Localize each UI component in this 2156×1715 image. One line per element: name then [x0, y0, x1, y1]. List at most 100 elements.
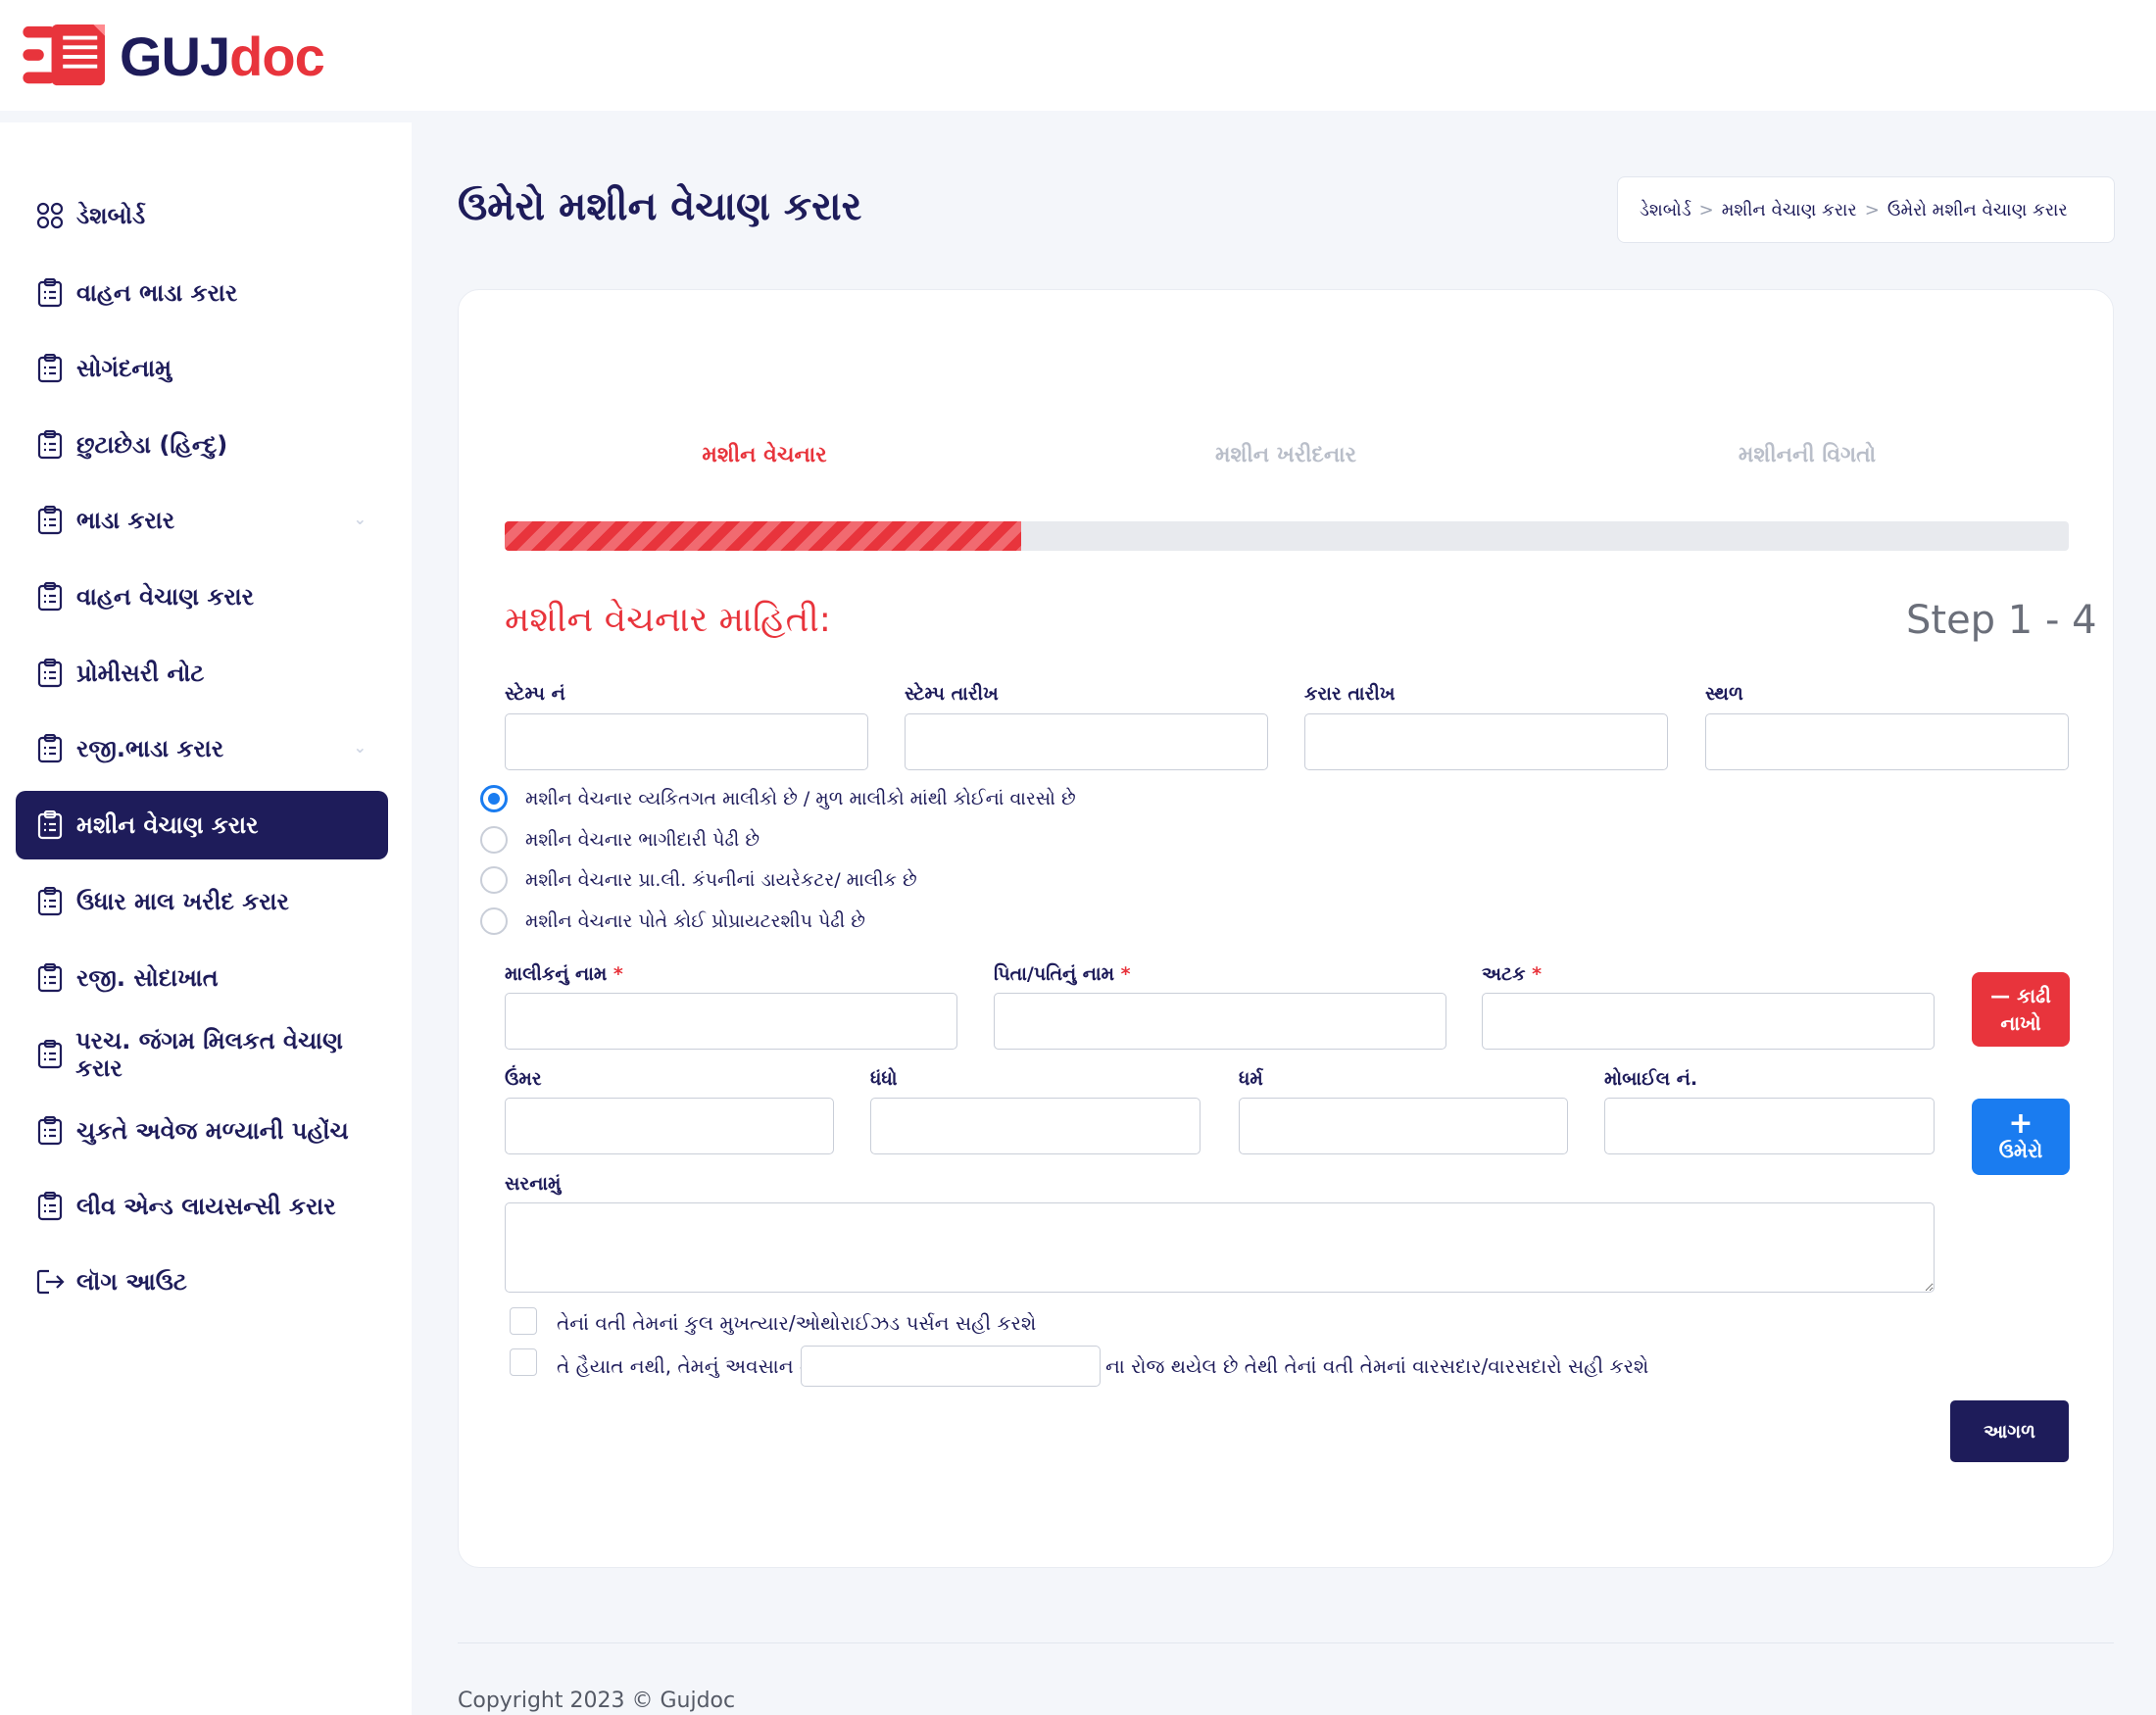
- radio-label: મશીન વેચનાર ભાગીદારી પેઢી છે: [525, 829, 760, 851]
- wizard-step-machine-details[interactable]: મશીનની વિગતો: [1631, 443, 1984, 467]
- clipboard-icon: [35, 506, 65, 535]
- seller-type-option-partnership[interactable]: મશીન વેચનાર ભાગીદારી પેઢી છે: [480, 826, 760, 854]
- sidebar-item-label: મશીન વેચાણ કરાર: [76, 811, 259, 839]
- address-textarea[interactable]: [505, 1202, 1935, 1293]
- brand-name-part1: GUJ: [120, 25, 230, 87]
- sidebar-item-label: લીવ એન્ડ લાયસન્સી કરાર: [76, 1193, 336, 1220]
- seller-type-option-company[interactable]: મશીન વેચનાર પ્રા.લી. કંપનીનાં ડાયરેકટર/ …: [480, 866, 917, 894]
- remove-owner-button[interactable]: — કાઢી નાખો: [1972, 972, 2070, 1047]
- father-name-label: પિતા/પતિનું નામ *: [994, 963, 1131, 985]
- sidebar-item-4[interactable]: ભાડા કરાર ⌄: [16, 486, 388, 555]
- sidebar-item-label: પરચ. જંગમ મિલકત વેચાણ કરાર: [75, 1027, 343, 1082]
- clipboard-icon: [35, 278, 65, 308]
- sidebar-item-1[interactable]: વાહન ભાડા કરાર: [16, 259, 388, 327]
- religion-input[interactable]: [1239, 1098, 1568, 1154]
- sidebar-item-14[interactable]: લૉગ આઉટ: [16, 1248, 388, 1316]
- religion-label: ધર્મ: [1239, 1068, 1263, 1090]
- clipboard-icon: [35, 963, 65, 993]
- deceased-checkbox[interactable]: [510, 1348, 537, 1376]
- sidebar-item-label: લૉગ આઉટ: [76, 1268, 187, 1296]
- father-name-input[interactable]: [994, 993, 1446, 1050]
- occupation-label: ધંધો: [870, 1068, 898, 1090]
- sidebar-item-10[interactable]: રજી. સોદાખાત: [16, 944, 388, 1012]
- remove-button-label-line1: — કાઢી: [1990, 984, 2051, 1007]
- sidebar-item-6[interactable]: પ્રોમીસરી નોટ: [16, 639, 388, 708]
- radio-button[interactable]: [480, 866, 508, 894]
- sidebar-item-label: ઉધાર માલ ખરીદ કરાર: [76, 888, 289, 915]
- deceased-label-before: તે હૈયાત નથી, તેમનું અવસાન તા.: [557, 1354, 824, 1378]
- radio-label: મશીન વેચનાર પ્રા.લી. કંપનીનાં ડાયરેકટર/ …: [525, 869, 917, 891]
- death-date-input[interactable]: [801, 1346, 1101, 1387]
- surname-label: અટક *: [1482, 963, 1542, 985]
- age-label: ઉંમર: [505, 1068, 542, 1090]
- address-label: સરનામું: [505, 1173, 562, 1195]
- mobile-input[interactable]: [1604, 1098, 1935, 1154]
- place-input[interactable]: [1705, 713, 2069, 770]
- sidebar-item-label: છુટાછેડા (હિન્દુ): [76, 431, 228, 459]
- mobile-label: મોબાઈલ નં.: [1604, 1068, 1698, 1090]
- occupation-input[interactable]: [870, 1098, 1200, 1154]
- chevron-down-icon[interactable]: ⌄: [354, 738, 367, 757]
- stamp-date-label: સ્ટેમ્પ તારીખ: [905, 683, 999, 705]
- breadcrumb-item-current: ઉમેરો મશીન વેચાણ કરાર: [1886, 199, 2068, 220]
- sidebar-item-label: રજી.ભાડા કરાર: [76, 735, 224, 762]
- seller-type-option-proprietorship[interactable]: મશીન વેચનાર પોતે કોઈ પ્રોપ્રાયટરશીપ પેઢી…: [480, 907, 865, 935]
- dashboard-grid-icon: [35, 201, 65, 230]
- poa-sign-checkbox[interactable]: [510, 1307, 537, 1335]
- top-bar: GUJdoc: [0, 0, 2156, 111]
- remove-button-label-line2: નાખો: [2000, 1011, 2041, 1035]
- owner-name-label-text: માલીકનું નામ: [505, 963, 608, 985]
- sidebar-item-13[interactable]: લીવ એન્ડ લાયસન્સી કરાર: [16, 1172, 388, 1241]
- sidebar-item-0[interactable]: ડેશબોર્ડ: [16, 181, 388, 250]
- next-button[interactable]: આગળ: [1950, 1400, 2069, 1462]
- breadcrumb-item-machine-sale[interactable]: મશીન વેચાણ કરાર: [1722, 200, 1857, 220]
- breadcrumb-item-dashboard[interactable]: ડેશબોર્ડ: [1640, 200, 1691, 220]
- radio-label: મશીન વેચનાર વ્યકિતગત માલીકો છે / મુળ માલ…: [525, 788, 1076, 809]
- seller-type-option-individual[interactable]: મશીન વેચનાર વ્યકિતગત માલીકો છે / મુળ માલ…: [480, 785, 1076, 812]
- brand-logo[interactable]: GUJdoc: [22, 20, 325, 93]
- page-title: ઉમેરો મશીન વેચાણ કરાર: [458, 184, 862, 229]
- sidebar-item-label: વાહન ભાડા કરાર: [76, 279, 238, 307]
- chevron-down-icon[interactable]: ⌄: [354, 510, 367, 528]
- radio-button-checked[interactable]: [480, 785, 508, 812]
- clipboard-icon: [35, 810, 65, 840]
- age-input[interactable]: [505, 1098, 834, 1154]
- brand-name: GUJdoc: [120, 24, 325, 88]
- clipboard-icon: [35, 430, 65, 460]
- sidebar: ડેશબોર્ડ વાહન ભાડા કરાર સોગંદનામુ છુટાછેડા …: [0, 122, 412, 1715]
- add-owner-button[interactable]: + ઉમેરો: [1972, 1099, 2070, 1175]
- clipboard-icon: [35, 734, 65, 763]
- owner-name-input[interactable]: [505, 993, 957, 1050]
- section-title: મશીન વેચનાર માહિતી:: [505, 600, 831, 640]
- sidebar-item-8[interactable]: મશીન વેચાણ કરાર: [16, 791, 388, 859]
- wizard-step-seller[interactable]: મશીન વેચનાર: [588, 443, 941, 467]
- sidebar-item-5[interactable]: વાહન વેચાણ કરાર: [16, 563, 388, 631]
- wizard-progress-bar: [505, 521, 2069, 551]
- stamp-date-input[interactable]: [905, 713, 1268, 770]
- sidebar-item-2[interactable]: સોગંદનામુ: [16, 334, 388, 403]
- sidebar-item-3[interactable]: છુટાછેડા (હિન્દુ): [16, 411, 388, 479]
- sidebar-item-9[interactable]: ઉધાર માલ ખરીદ કરાર: [16, 867, 388, 936]
- wizard-progress-fill: [505, 521, 1021, 551]
- radio-button[interactable]: [480, 907, 508, 935]
- clipboard-icon: [35, 354, 65, 383]
- required-marker: *: [1532, 963, 1543, 985]
- surname-input[interactable]: [1482, 993, 1935, 1050]
- sidebar-item-12[interactable]: ચુકતે અવેજ મળ્યાની પહોંચ: [16, 1097, 388, 1165]
- breadcrumb-separator-icon: >: [1698, 199, 1714, 220]
- clipboard-icon: [35, 887, 65, 916]
- radio-button[interactable]: [480, 826, 508, 854]
- logo-mark-icon: [23, 24, 105, 85]
- sidebar-item-label: પ્રોમીસરી નોટ: [76, 660, 205, 687]
- breadcrumb-separator-icon: >: [1864, 199, 1880, 220]
- clipboard-icon: [35, 1116, 65, 1146]
- sidebar-item-7[interactable]: રજી.ભાડા કરાર ⌄: [16, 714, 388, 783]
- owner-name-label: માલીકનું નામ *: [505, 963, 623, 985]
- sidebar-item-label: ડેશબોર્ડ: [76, 202, 146, 229]
- footer-copyright: Copyright 2023 © Gujdoc: [458, 1689, 736, 1713]
- wizard-step-buyer[interactable]: મશીન ખરીદનાર: [1109, 443, 1462, 467]
- surname-label-text: અટક: [1482, 963, 1526, 985]
- sidebar-item-11[interactable]: પરચ. જંગમ મિલકત વેચાણ કરાર: [16, 1020, 388, 1089]
- agreement-date-input[interactable]: [1304, 713, 1668, 770]
- stamp-number-input[interactable]: [505, 713, 868, 770]
